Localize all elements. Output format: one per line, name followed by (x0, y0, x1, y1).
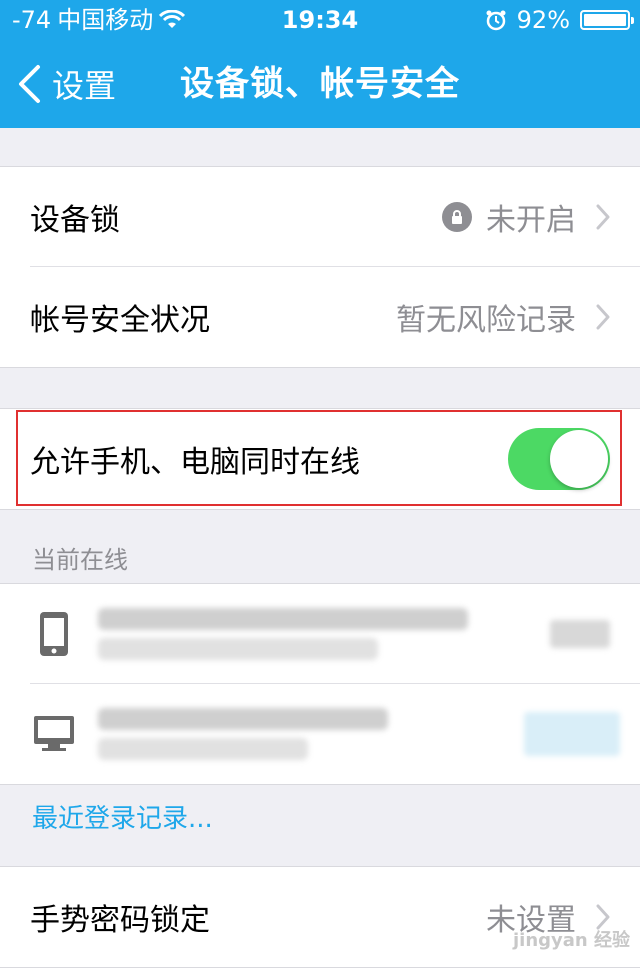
blurred-logout-button[interactable] (524, 712, 620, 756)
page-title: 设备锁、帐号安全 (180, 64, 460, 104)
header: -74 中国移动 19:34 92% 设置 设备锁、帐号安全 (0, 0, 640, 128)
status-bar: -74 中国移动 19:34 92% (0, 0, 640, 40)
highlight-box (16, 410, 622, 506)
current-online-section (0, 583, 640, 785)
account-status-value: 暂无风险记录 (396, 303, 576, 338)
device-info-blurred (98, 708, 524, 760)
security-section: 设备锁 未开启 帐号安全状况 暂无风险记录 (0, 166, 640, 368)
device-lock-row[interactable]: 设备锁 未开启 (0, 167, 640, 267)
blurred-device-time (98, 738, 308, 760)
gesture-lock-row[interactable]: 手势密码锁定 未设置 (0, 867, 640, 967)
nav-bar: 设置 设备锁、帐号安全 (0, 40, 640, 128)
status-right: 92% (485, 0, 634, 40)
device-info-blurred (98, 608, 550, 660)
blurred-device-name (98, 708, 388, 730)
blurred-device-time (98, 638, 378, 660)
battery-icon (580, 10, 634, 30)
account-status-row[interactable]: 帐号安全状况 暂无风险记录 (0, 267, 640, 367)
recent-login-link[interactable]: 最近登录记录... (32, 798, 213, 835)
current-online-header: 当前在线 (32, 546, 128, 574)
battery-percent: 92% (516, 6, 570, 34)
monitor-icon (30, 704, 78, 764)
phone-icon (30, 604, 78, 664)
watermark: jingyan 经验 (513, 930, 630, 951)
gesture-section: 手势密码锁定 未设置 (0, 866, 640, 968)
device-row-computer[interactable] (0, 684, 640, 784)
device-lock-status: 未开启 (486, 203, 576, 238)
account-status-label: 帐号安全状况 (30, 303, 210, 338)
lock-icon (442, 202, 472, 232)
device-lock-value: 未开启 (442, 195, 576, 239)
chevron-right-icon (596, 204, 610, 230)
blurred-device-status (550, 620, 610, 648)
gesture-lock-label: 手势密码锁定 (30, 903, 210, 938)
chevron-right-icon (596, 304, 610, 330)
alarm-icon (485, 9, 507, 31)
blurred-device-name (98, 608, 468, 630)
device-row-phone[interactable] (0, 584, 640, 684)
device-lock-label: 设备锁 (30, 203, 120, 238)
